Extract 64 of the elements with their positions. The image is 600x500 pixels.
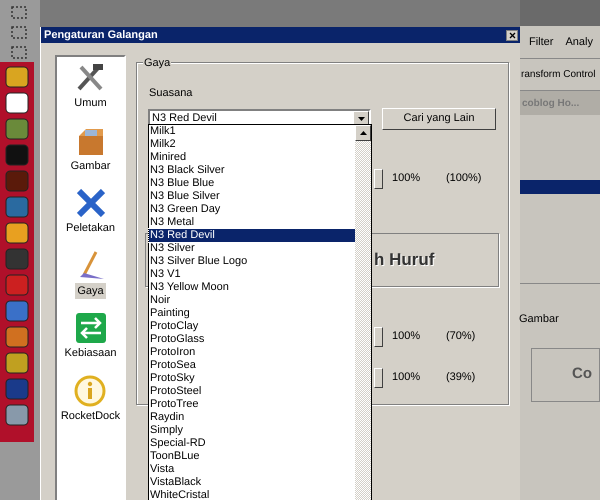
window-title: Pengaturan Galangan — [44, 28, 158, 43]
dropdown-option[interactable]: Minired — [149, 151, 355, 164]
slider-value: 100% — [392, 329, 422, 344]
dropdown-option[interactable]: VistaBlack — [149, 476, 355, 489]
app-icon[interactable] — [4, 91, 30, 115]
dropdown-option[interactable]: ProtoSteel — [149, 385, 355, 398]
dropdown-option[interactable]: Milk2 — [149, 138, 355, 151]
dropdown-option[interactable]: N3 Metal — [149, 216, 355, 229]
category-item[interactable]: Kebiasaan — [62, 345, 118, 362]
slider-thumb[interactable] — [374, 368, 383, 388]
dropdown-option[interactable]: Noir — [149, 294, 355, 307]
close-button[interactable] — [506, 30, 518, 40]
app-icon[interactable] — [4, 65, 30, 89]
dropdown-option[interactable]: Special-RD — [149, 437, 355, 450]
info-icon — [73, 374, 108, 408]
slider-value: 100% — [392, 370, 422, 386]
dropdown-option[interactable]: N3 Blue Blue — [149, 177, 355, 190]
slider-value: 100% — [392, 171, 422, 186]
scrollbar[interactable] — [355, 125, 371, 500]
font-preview-text: h Huruf — [374, 248, 434, 271]
dropdown-option[interactable]: WhiteCristal — [149, 489, 355, 500]
dropdown-option[interactable]: N3 Black Silver — [149, 164, 355, 177]
toolbar-text: ransform Control — [521, 68, 596, 82]
dropdown-option[interactable]: Vista — [149, 463, 355, 476]
section-label: Gambar — [519, 312, 560, 327]
dropdown-option[interactable]: ProtoSky — [149, 372, 355, 385]
dropdown-option[interactable]: ProtoGlass — [149, 333, 355, 346]
dropdown-option[interactable]: N3 Green Day — [149, 203, 355, 216]
swap-arrows-icon — [74, 311, 108, 345]
preview-text: Co — [572, 364, 592, 384]
menu-item[interactable]: Filter — [529, 34, 554, 50]
group-title: Gaya — [143, 55, 172, 72]
slider-reading: (70%) — [446, 329, 476, 344]
dropdown-option[interactable]: N3 Silver — [149, 242, 355, 255]
dropdown-option[interactable]: ProtoClay — [149, 320, 355, 333]
dropdown-option[interactable]: Raydin — [149, 411, 355, 424]
slider-thumb[interactable] — [374, 326, 383, 346]
caret-icon — [358, 116, 364, 120]
scroll-up-icon[interactable] — [360, 131, 366, 135]
category-item[interactable]: Gambar — [68, 158, 112, 174]
app-icon[interactable] — [4, 221, 30, 245]
app-icon[interactable] — [4, 351, 30, 375]
dropdown-option[interactable]: N3 Silver Blue Logo — [149, 255, 355, 268]
dropdown-option[interactable]: Painting — [149, 307, 355, 320]
close-icon — [508, 32, 516, 38]
slider-reading: (100%) — [446, 171, 482, 186]
find-more-button[interactable]: Cari yang Lain — [382, 108, 496, 130]
category-item[interactable]: RocketDock — [58, 408, 122, 424]
menu-item[interactable]: Analy — [565, 34, 593, 50]
dropdown-option[interactable]: ProtoIron — [149, 346, 355, 359]
dropdown-option[interactable]: N3 Blue Silver — [149, 190, 355, 203]
slider-reading: (39%) — [446, 370, 476, 386]
dropdown-option[interactable]: ToonBLue — [149, 450, 355, 463]
dropdown-option[interactable]: Simply — [149, 424, 355, 437]
category-item[interactable]: Umum — [72, 95, 109, 112]
dropdown-option[interactable]: ProtoTree — [149, 398, 355, 411]
category-item[interactable]: Peletakan — [64, 220, 117, 236]
category-item[interactable]: Gaya — [75, 282, 106, 299]
dropdown-option[interactable]: N3 Yellow Moon — [149, 281, 355, 294]
slider-thumb[interactable] — [374, 168, 383, 188]
dropdown-option[interactable]: N3 Red Devil — [149, 229, 355, 242]
dropdown-option[interactable]: ProtoSea — [149, 359, 355, 372]
dropdown-option[interactable]: N3 V1 — [149, 268, 355, 281]
theme-label: Suasana — [149, 86, 194, 101]
